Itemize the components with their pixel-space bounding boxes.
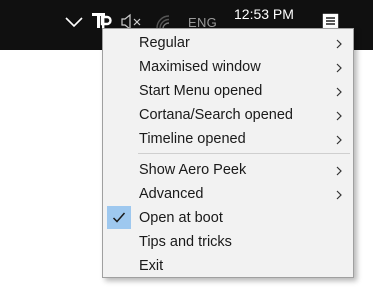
menu-item-label: Timeline opened — [139, 131, 246, 147]
menu-item-label: Show Aero Peek — [139, 162, 247, 178]
checkmark-highlight — [107, 206, 131, 229]
menu-item-label: Open at boot — [139, 210, 223, 226]
chevron-right-icon — [336, 87, 342, 97]
menu-item-label: Cortana/Search opened — [139, 107, 293, 123]
menu-item-label: Regular — [139, 35, 190, 51]
menu-item-timeline-opened[interactable]: Timeline opened — [104, 127, 352, 151]
menu-item-open-at-boot[interactable]: Open at boot — [104, 206, 352, 230]
menu-item-label: Start Menu opened — [139, 83, 263, 99]
chevron-right-icon — [336, 190, 342, 200]
menu-item-start-menu-opened[interactable]: Start Menu opened — [104, 79, 352, 103]
checkmark-icon — [112, 212, 126, 223]
menu-separator — [138, 153, 350, 154]
chevron-up-icon[interactable] — [64, 12, 84, 32]
menu-item-label: Tips and tricks — [139, 234, 232, 250]
screen: ENG 12:53 PM Regular Maximised window St… — [0, 0, 373, 308]
chevron-right-icon — [336, 166, 342, 176]
menu-item-cortana-search-opened[interactable]: Cortana/Search opened — [104, 103, 352, 127]
chevron-right-icon — [336, 135, 342, 145]
menu-item-label: Maximised window — [139, 59, 261, 75]
menu-item-advanced[interactable]: Advanced — [104, 182, 352, 206]
menu-item-show-aero-peek[interactable]: Show Aero Peek — [104, 158, 352, 182]
menu-item-regular[interactable]: Regular — [104, 31, 352, 55]
menu-item-label: Exit — [139, 258, 164, 274]
menu-item-tips-and-tricks[interactable]: Tips and tricks — [104, 230, 352, 254]
notification-icon[interactable] — [322, 13, 339, 29]
menu-item-maximised-window[interactable]: Maximised window — [104, 55, 352, 79]
clock[interactable]: 12:53 PM — [234, 6, 294, 22]
chevron-right-icon — [336, 63, 342, 73]
chevron-right-icon — [336, 39, 342, 49]
chevron-right-icon — [336, 111, 342, 121]
menu-item-exit[interactable]: Exit — [104, 254, 352, 278]
context-menu: Regular Maximised window Start Menu open… — [102, 28, 354, 278]
menu-item-label: Advanced — [139, 186, 204, 202]
